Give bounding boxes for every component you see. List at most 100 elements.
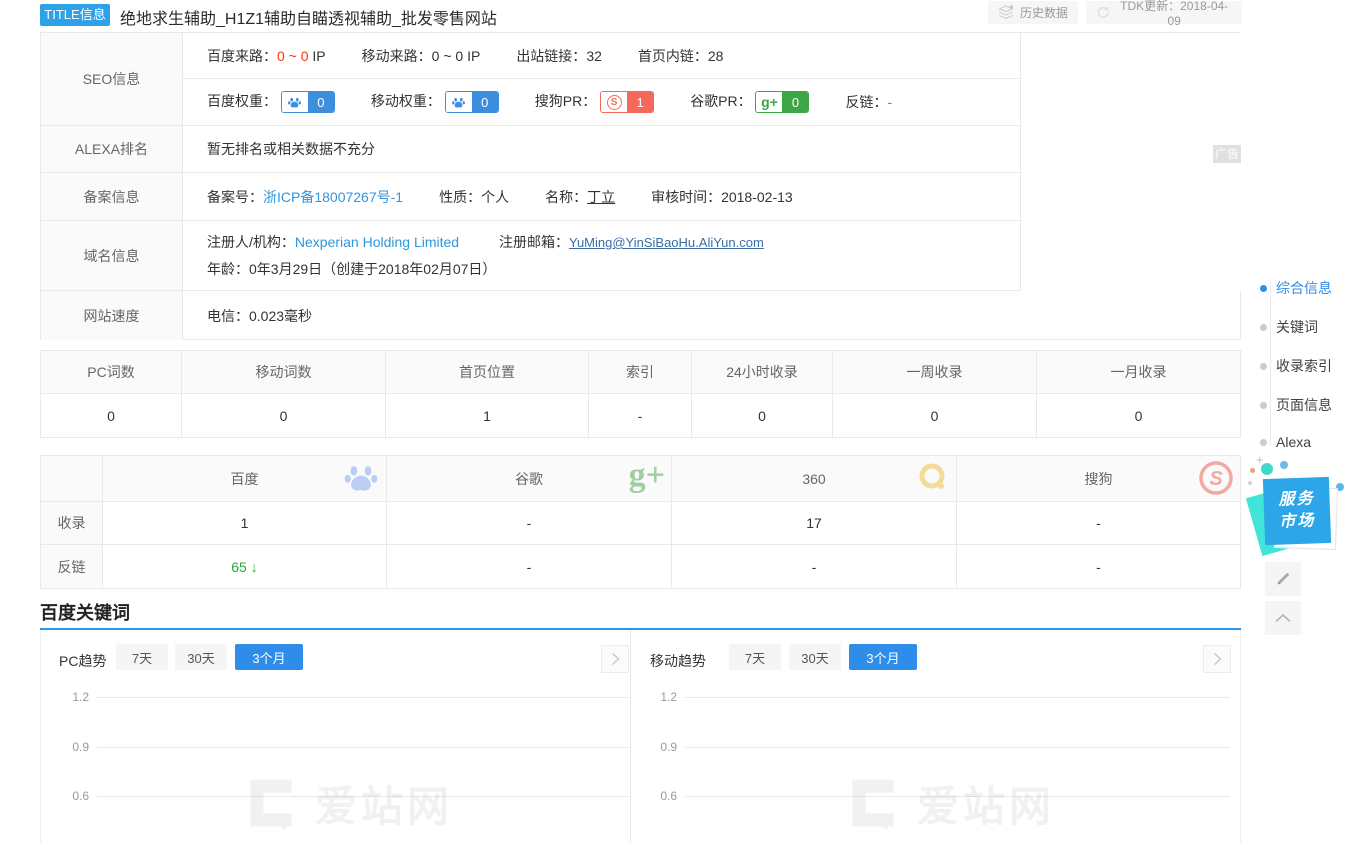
register-email-link[interactable]: YuMing@YinSiBaoHu.AliYun.com [569, 235, 764, 250]
google-indexed-value: - [387, 502, 672, 545]
icp-audit-date: 审核时间：2018-02-13 [651, 187, 793, 207]
chevron-right-icon [611, 652, 620, 666]
sidenav-item-page-info[interactable]: 页面信息 [1260, 395, 1332, 415]
baidu-weight-badge[interactable]: 0 [281, 91, 335, 113]
history-data-label: 历史数据 [1020, 4, 1068, 21]
pc-ytick-0-6: 0.6 [59, 789, 89, 803]
outbound-links: 出站链接：32 [516, 46, 602, 66]
360-indexed-value[interactable]: 17 [672, 502, 957, 545]
stats-value-24h: 0 [692, 394, 833, 437]
mobile-weight-badge[interactable]: 0 [445, 91, 499, 113]
mobile-trend-next-button[interactable] [1203, 645, 1231, 673]
baidu-traffic: 百度来路：0 ~ 0 IP [207, 46, 326, 66]
baidu-backlinks-value[interactable]: 65 ↓ [103, 545, 387, 588]
sogou-pr: 搜狗PR： S 1 [535, 91, 654, 113]
stats-value-mobile-words: 0 [182, 394, 386, 437]
domain-age-value: 0年3月29日（创建于2018年02月07日） [249, 261, 496, 277]
down-arrow-icon: ↓ [251, 559, 258, 575]
icp-name-link[interactable]: 丁立 [587, 189, 615, 205]
row-label-fanlian: 反链 [41, 545, 103, 588]
domain-row-label: 域名信息 [41, 221, 183, 291]
backlinks-value[interactable]: - [887, 94, 892, 110]
sidenav-item-overview[interactable]: 综合信息 [1260, 278, 1332, 298]
gridline [685, 697, 1230, 698]
sidenav-item-index[interactable]: 收录索引 [1260, 356, 1332, 376]
pc-trend-30d-button[interactable]: 30天 [175, 644, 227, 670]
stats-header-home-position: 首页位置 [386, 351, 589, 394]
google-pr-badge[interactable]: g+ 0 [755, 91, 809, 113]
icp-name: 名称：丁立 [545, 187, 615, 207]
sogou-backlinks-value: - [957, 545, 1240, 588]
mobile-trend-30d-button[interactable]: 30天 [789, 644, 841, 670]
pc-trend-label: PC趋势 [59, 651, 106, 671]
nav-dot-icon [1260, 324, 1267, 331]
mobile-trend-7d-button[interactable]: 7天 [729, 644, 781, 670]
back-to-top-button[interactable] [1265, 601, 1301, 635]
alexa-row-label: ALEXA排名 [41, 126, 183, 173]
ad-badge: 广告 [1213, 145, 1241, 163]
site-info-table: SEO信息 百度来路：0 ~ 0 IP 移动来路：0 ~ 0 IP 出站链接：3… [40, 32, 1241, 340]
sidenav-item-alexa[interactable]: Alexa [1260, 434, 1311, 450]
mobile-ytick-1-2: 1.2 [647, 690, 677, 704]
mobile-traffic-value: 0 ~ 0 [432, 48, 464, 64]
site-speed-value: 电信：0.023毫秒 [207, 306, 312, 326]
stats-value-pc-words: 0 [41, 394, 182, 437]
pc-trend-next-button[interactable] [601, 645, 629, 673]
page-title: 绝地求生辅助_H1Z1辅助自瞄透视辅助_批发零售网站 [120, 5, 497, 29]
icp-row: 备案号：浙ICP备18007267号-1 性质：个人 名称：丁立 审核时间：20… [183, 173, 1020, 221]
icp-number-link[interactable]: 浙ICP备18007267号-1 [263, 189, 403, 205]
homepage-inner-links: 首页内链：28 [638, 46, 724, 66]
aizhan-logo-icon [241, 774, 301, 834]
pc-trend-3m-button[interactable]: 3个月 [235, 644, 303, 670]
gridline [97, 747, 629, 748]
dot-decoration [1250, 468, 1255, 473]
history-data-button[interactable]: 历史数据 [988, 1, 1078, 24]
stats-header-index: 索引 [589, 351, 692, 394]
nav-dot-icon [1260, 285, 1267, 292]
alexa-no-data-text: 暂无排名或相关数据不充分 [207, 139, 375, 159]
icp-audit-date-value: 2018-02-13 [721, 189, 793, 205]
stats-value-home-position: 1 [386, 394, 589, 437]
aizhan-seo-report-page: TITLE信息 绝地求生辅助_H1Z1辅助自瞄透视辅助_批发零售网站 历史数据 … [0, 0, 1362, 843]
tdk-update-button[interactable]: TDK更新：2018-04-09 [1086, 1, 1242, 24]
dot-decoration [1248, 481, 1252, 485]
mobile-weight: 移动权重： 0 [371, 91, 499, 113]
pencil-icon [1275, 571, 1291, 587]
baidu-weight: 百度权重： 0 [207, 91, 335, 113]
icp-number: 备案号：浙ICP备18007267号-1 [207, 187, 403, 207]
google-plus-icon: g+ [756, 92, 782, 112]
chevron-up-icon [1274, 613, 1292, 623]
keyword-stats-table: PC词数 移动词数 首页位置 索引 24小时收录 一周收录 一月收录 0 0 1… [40, 350, 1241, 438]
backlinks: 反链：- [845, 92, 892, 112]
mobile-ytick-0-6: 0.6 [647, 789, 677, 803]
google-plus-icon-large: g+ [629, 457, 665, 495]
title-info-badge: TITLE信息 [40, 4, 110, 26]
aizhan-watermark: 爱站网 [843, 773, 1055, 834]
dot-decoration [1261, 463, 1273, 475]
google-backlinks-value: - [387, 545, 672, 588]
stats-header-mobile-words: 移动词数 [182, 351, 386, 394]
mobile-trend-3m-button[interactable]: 3个月 [849, 644, 917, 670]
aizhan-logo-icon [843, 774, 903, 834]
mobile-traffic: 移动来路：0 ~ 0 IP [362, 46, 481, 66]
sidenav-item-keywords[interactable]: 关键词 [1260, 317, 1318, 337]
icp-row-label: 备案信息 [41, 173, 183, 221]
pc-ytick-0-9: 0.9 [59, 740, 89, 754]
tdk-update-label: TDK更新：2018-04-09 [1116, 0, 1232, 28]
baidu-indexed-value[interactable]: 1 [103, 502, 387, 545]
registrant-link[interactable]: Nexperian Holding Limited [295, 234, 459, 250]
baidu-weight-value: 0 [308, 92, 334, 112]
stats-header-24h: 24小时收录 [692, 351, 833, 394]
pc-trend-panel: PC趋势 7天 30天 3个月 1.2 0.9 0.6 爱站网 [41, 630, 630, 843]
registrant: 注册人/机构：Nexperian Holding Limited [207, 234, 459, 250]
sogou-pr-badge[interactable]: S 1 [600, 91, 654, 113]
service-market-badge[interactable]: 服务 市场 [1263, 477, 1331, 545]
seo-traffic-row: 百度来路：0 ~ 0 IP 移动来路：0 ~ 0 IP 出站链接：32 首页内链… [183, 33, 1020, 79]
chevron-right-icon [1213, 652, 1222, 666]
title-bar: TITLE信息 绝地求生辅助_H1Z1辅助自瞄透视辅助_批发零售网站 历史数据 … [0, 0, 1362, 30]
layers-icon [998, 5, 1014, 20]
pc-trend-7d-button[interactable]: 7天 [116, 644, 168, 670]
edit-button[interactable] [1265, 562, 1301, 596]
engines-corner-cell [41, 456, 103, 502]
domain-line-1: 注册人/机构：Nexperian Holding Limited 注册邮箱：Yu… [207, 232, 800, 252]
